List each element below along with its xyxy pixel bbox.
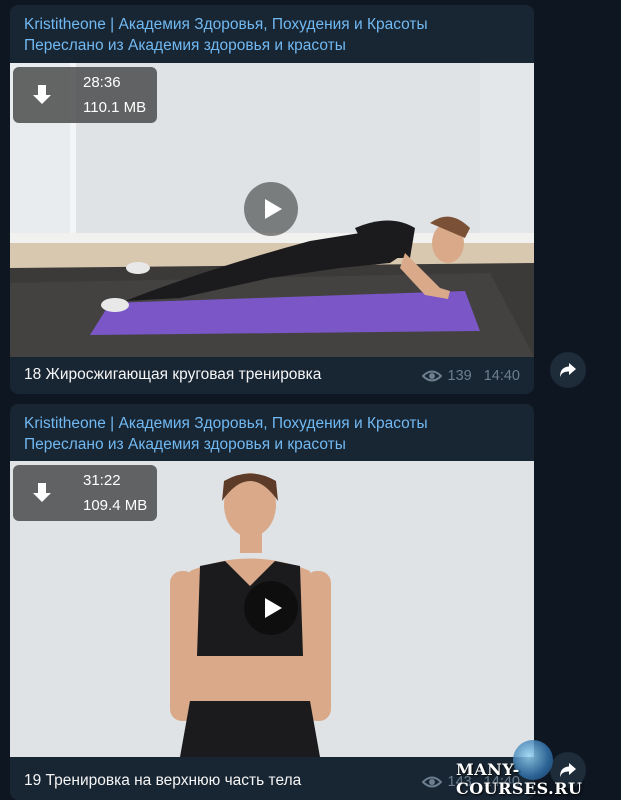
video-caption: 19 Тренировка на верхнюю часть тела: [24, 772, 302, 789]
message-header: Kristitheone | Академия Здоровья, Похуде…: [10, 404, 534, 453]
channel-name[interactable]: Kristitheone | Академия Здоровья, Похуде…: [24, 413, 520, 434]
video-caption: 18 Жиросжигающая круговая тренировка: [24, 366, 322, 383]
message-bubble[interactable]: Kristitheone | Академия Здоровья, Похуде…: [10, 404, 534, 800]
video-size: 110.1 MB: [83, 99, 147, 116]
forwarded-from[interactable]: Переслано из Академия здоровья и красоты: [24, 434, 520, 455]
message-header: Kristitheone | Академия Здоровья, Похуде…: [10, 5, 534, 54]
play-icon: [265, 598, 282, 618]
download-icon: [33, 483, 51, 502]
video-size: 109.4 MB: [83, 497, 148, 514]
message-bubble[interactable]: Kristitheone | Академия Здоровья, Похуде…: [10, 5, 534, 394]
video-thumbnail[interactable]: 28:36 110.1 MB: [10, 63, 534, 357]
message-time: 14:40: [483, 368, 520, 384]
share-arrow-icon: [560, 363, 576, 377]
watermark: MANY-COURSES.RU: [456, 760, 583, 798]
download-badge[interactable]: 28:36 110.1 MB: [13, 67, 157, 123]
download-badge[interactable]: 31:22 109.4 MB: [13, 465, 157, 521]
share-button[interactable]: [550, 352, 586, 388]
views-count: 139: [447, 368, 472, 384]
message-meta: 139 14:40: [421, 368, 520, 384]
views-eye-icon: [421, 776, 442, 788]
forwarded-from[interactable]: Переслано из Академия здоровья и красоты: [24, 35, 520, 56]
play-button[interactable]: [244, 581, 298, 635]
play-icon: [265, 199, 282, 219]
download-icon: [33, 85, 51, 104]
video-thumbnail[interactable]: 31:22 109.4 MB: [10, 461, 534, 757]
play-button[interactable]: [244, 182, 298, 236]
video-duration: 28:36: [83, 74, 121, 91]
views-eye-icon: [421, 370, 442, 382]
video-duration: 31:22: [83, 472, 121, 489]
channel-name[interactable]: Kristitheone | Академия Здоровья, Похуде…: [24, 14, 520, 35]
